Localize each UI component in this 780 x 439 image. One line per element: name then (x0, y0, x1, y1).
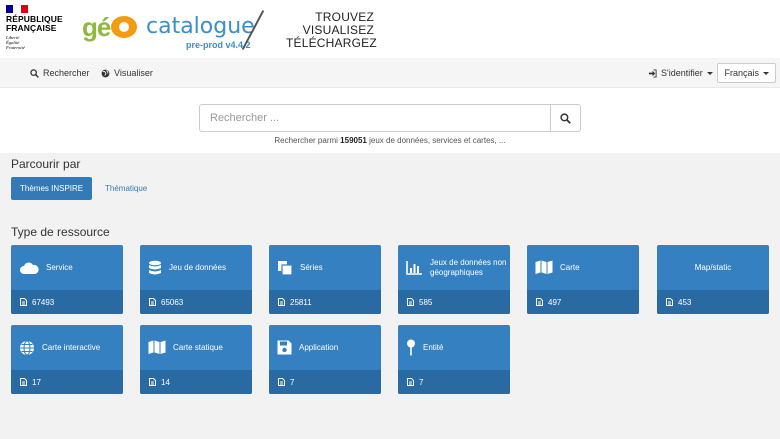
file-icon (278, 298, 285, 306)
tile-count: 7 (419, 377, 424, 387)
tile-count: 25811 (290, 297, 312, 307)
map-icon (148, 340, 166, 354)
french-flag-icon (6, 5, 28, 13)
file-icon (20, 298, 27, 306)
nav-search-label: Rechercher (43, 68, 90, 78)
tile-count: 585 (419, 297, 433, 307)
resource-tile-map[interactable]: Carte 497 (527, 245, 639, 314)
file-icon (536, 298, 543, 306)
resource-tile-dataset[interactable]: Jeu de données 65063 (140, 245, 252, 314)
search-icon (560, 112, 571, 124)
resource-tile-interactive-map[interactable]: Carte interactive 17 (11, 325, 123, 394)
file-icon (278, 378, 285, 386)
tile-count: 17 (32, 377, 41, 387)
tile-count: 497 (548, 297, 562, 307)
file-icon (666, 298, 673, 306)
file-icon (407, 298, 414, 306)
resource-tile-service[interactable]: Service 67493 (11, 245, 123, 314)
resource-tile-nongeo[interactable]: Jeux de données non géographiques 585 (398, 245, 510, 314)
sign-in-icon (648, 68, 657, 78)
language-dropdown[interactable]: Français (717, 63, 776, 83)
tile-label: Carte interactive (42, 343, 101, 352)
resource-type-title: Type de ressource (11, 225, 110, 239)
resource-tile-series[interactable]: Séries 25811 (269, 245, 381, 314)
tile-label: Carte (560, 263, 580, 272)
browse-title: Parcourir par (11, 157, 81, 171)
dataset-count: 159051 (340, 136, 367, 145)
search-hint: Rechercher parmi 159051 jeux de données,… (274, 136, 506, 145)
cloud-icon (20, 262, 39, 274)
chevron-down-icon (706, 71, 713, 75)
tile-label: Map/static (694, 263, 732, 272)
tile-count: 14 (161, 377, 170, 387)
file-icon (20, 378, 27, 386)
file-icon (407, 378, 414, 386)
rf-motto: Liberté Égalité Fraternité (6, 35, 25, 50)
geocatalogue-logo[interactable]: gé catalogue pre-prod v4.4.2 (82, 12, 255, 52)
tab-inspire-themes[interactable]: Thèmes INSPIRE (11, 177, 93, 200)
tile-count: 65063 (161, 297, 184, 307)
chevron-down-icon (763, 71, 769, 75)
tile-label: Application (299, 343, 339, 352)
tile-label: Séries (300, 263, 323, 272)
save-icon (277, 340, 292, 355)
bar-chart-icon (406, 260, 422, 275)
main-nav: Rechercher Visualiser S'identifier Franç… (0, 58, 780, 88)
resource-tile-static-map[interactable]: Carte statique 14 (140, 325, 252, 394)
map-icon (535, 260, 553, 274)
search-input[interactable]: Rechercher ... (199, 104, 551, 132)
search-icon (30, 68, 39, 78)
tagline: TROUVEZ VISUALISEZ TÉLÉCHARGEZ (286, 10, 377, 50)
file-icon (149, 298, 156, 306)
resource-tile-map-static[interactable]: Map/static 453 (657, 245, 769, 314)
site-header: RÉPUBLIQUE FRANÇAISE Liberté Égalité Fra… (0, 0, 780, 58)
language-label: Français (724, 68, 759, 78)
globe-icon (101, 69, 110, 77)
nav-visualize[interactable]: Visualiser (101, 58, 153, 88)
nav-signin[interactable]: S'identifier (648, 58, 713, 88)
tab-thematique[interactable]: Thématique (105, 177, 147, 200)
tile-label: Service (46, 263, 73, 272)
tile-label: Jeu de données (169, 263, 226, 272)
geo-wordmark: gé (82, 12, 138, 43)
file-icon (149, 378, 156, 386)
copy-icon (278, 260, 293, 276)
tile-label: Entité (423, 343, 444, 352)
database-icon (149, 260, 161, 274)
tile-count: 7 (290, 377, 295, 387)
nav-search[interactable]: Rechercher (30, 58, 90, 88)
nav-signin-label: S'identifier (661, 68, 703, 78)
logo-catalogue-text: catalogue (146, 14, 255, 39)
search-area: Rechercher ... Rechercher parmi 159051 j… (0, 88, 780, 153)
tile-count: 453 (678, 297, 692, 307)
republique-francaise-logo[interactable]: RÉPUBLIQUE FRANÇAISE Liberté Égalité Fra… (6, 5, 66, 50)
resource-tile-application[interactable]: Application 7 (269, 325, 381, 394)
tile-label: Carte statique (173, 343, 223, 352)
tile-count: 67493 (32, 297, 55, 307)
resource-tile-entity[interactable]: Entité 7 (398, 325, 510, 394)
nav-visualize-label: Visualiser (114, 68, 153, 78)
rf-name-line2: FRANÇAISE (6, 23, 57, 33)
search-button[interactable] (550, 104, 581, 132)
pin-icon (407, 339, 415, 356)
globe-icon (20, 339, 34, 356)
tile-label: Jeux de données non géographiques (430, 257, 507, 277)
